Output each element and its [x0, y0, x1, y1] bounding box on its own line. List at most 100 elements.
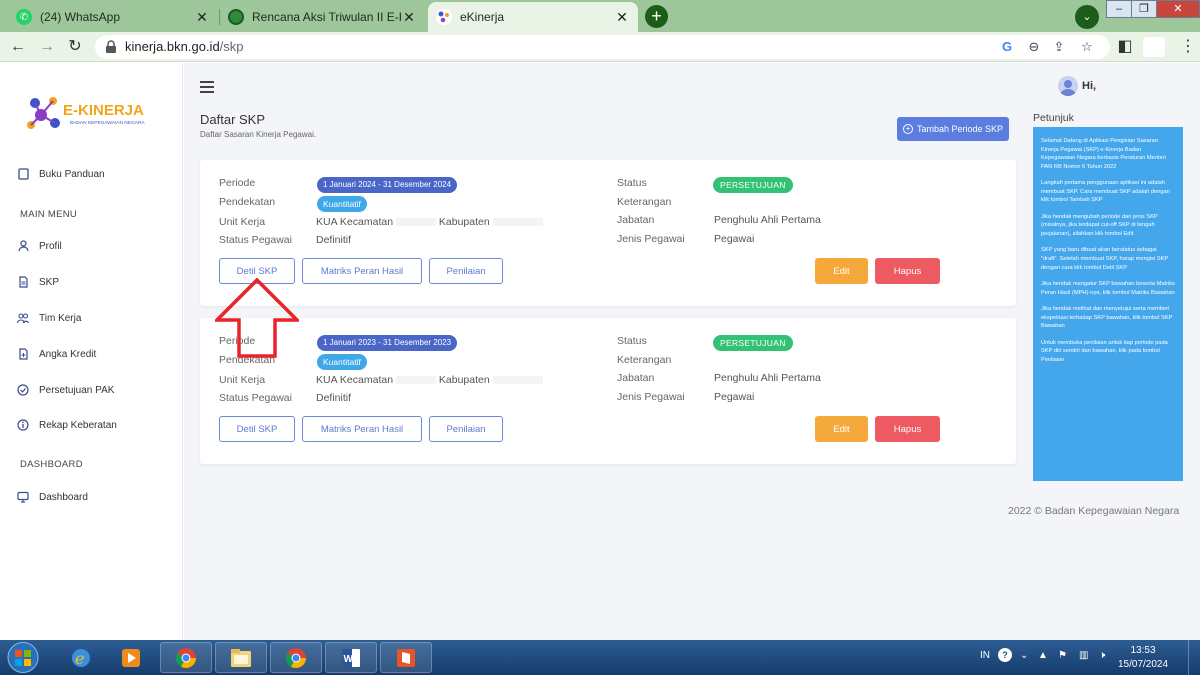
maximize-button[interactable]: ❐: [1131, 0, 1157, 18]
taskbar-office[interactable]: [380, 642, 432, 673]
periode-badge: 1 Januari 2023 - 31 Desember 2023: [317, 335, 458, 351]
petunjuk-paragraph: Jika hendak mengubah periode dan jenis S…: [1041, 213, 1158, 237]
minimize-button[interactable]: –: [1106, 0, 1132, 18]
sidebar-item-label: Angka Kredit: [39, 348, 97, 360]
petunjuk-title: Petunjuk: [1033, 112, 1074, 124]
volume-muted-icon[interactable]: 🕨: [1099, 650, 1105, 661]
detil-skp-button[interactable]: Detil SKP: [219, 416, 295, 442]
close-window-button[interactable]: ✕: [1156, 0, 1200, 18]
sidebar-item-persetujuan-pak[interactable]: Persetujuan PAK: [0, 379, 183, 401]
sidebar-item-tim-kerja[interactable]: Tim Kerja: [0, 307, 183, 329]
check-circle-icon: [17, 384, 29, 396]
show-desktop-button[interactable]: [1188, 640, 1200, 675]
sidebar-item-rekap-keberatan[interactable]: Rekap Keberatan: [0, 414, 183, 436]
close-icon[interactable]: ✕: [194, 9, 210, 26]
hapus-button[interactable]: Hapus: [875, 258, 940, 284]
label-jabatan: Jabatan: [617, 214, 655, 226]
petunjuk-paragraph: Selamat Datang di Aplikasi Pengisian Sas…: [1041, 138, 1166, 170]
taskbar-word[interactable]: W: [325, 642, 377, 673]
jabatan-value: Penghulu Ahli Pertama: [714, 214, 821, 226]
reload-icon[interactable]: ↻: [65, 37, 85, 57]
new-tab-button[interactable]: +: [645, 5, 668, 28]
tab-search-chevron-icon[interactable]: ⌄: [1075, 5, 1099, 29]
svg-text:e: e: [75, 649, 84, 668]
network-icon[interactable]: ▥: [1079, 650, 1088, 661]
edit-button[interactable]: Edit: [815, 258, 868, 284]
sidebar-item-skp[interactable]: SKP: [0, 271, 183, 293]
close-icon[interactable]: ✕: [614, 9, 630, 26]
petunjuk-paragraph: Langkah pertama penggunaan aplikasi ini …: [1041, 180, 1170, 204]
logo-subtitle: BADAN KEPEGAWAIAN NEGARA: [70, 120, 145, 126]
taskbar-chrome-2[interactable]: [270, 642, 322, 673]
url-path: /skp: [219, 39, 244, 54]
sidebar-item-dashboard[interactable]: Dashboard: [0, 486, 183, 508]
chrome-icon: [175, 647, 196, 668]
folder-icon: [231, 648, 251, 667]
taskbar-media-player[interactable]: [105, 642, 157, 673]
language-indicator[interactable]: IN: [980, 650, 990, 661]
document-icon: [17, 276, 29, 288]
edit-button[interactable]: Edit: [815, 416, 868, 442]
close-icon[interactable]: ✕: [401, 9, 417, 26]
penilaian-button[interactable]: Penilaian: [429, 258, 503, 284]
office-icon: [397, 648, 415, 667]
share-icon[interactable]: ⇪: [1050, 38, 1068, 56]
petunjuk-paragraph: Jika hendak melihat dan menyetujui serta…: [1041, 306, 1173, 330]
file-plus-icon: [17, 348, 29, 360]
svg-text:W: W: [344, 654, 354, 665]
annotation-arrow-icon: [215, 278, 299, 358]
menu-kebab-icon[interactable]: ⋮: [1180, 36, 1196, 56]
forward-icon[interactable]: →: [37, 37, 57, 57]
taskbar-ie[interactable]: e: [55, 642, 107, 673]
show-hidden-icons-icon[interactable]: ▲: [1038, 650, 1048, 661]
petunjuk-paragraph: Jika hendak mengatur SKP bawahan beserta…: [1041, 281, 1175, 296]
start-button[interactable]: [4, 641, 42, 674]
sidebar-item-profil[interactable]: Profil: [0, 235, 183, 257]
google-icon[interactable]: G: [998, 38, 1016, 56]
user-icon: [17, 240, 29, 252]
system-clock[interactable]: 13:53 15/07/2024: [1118, 644, 1168, 672]
action-center-flag-icon[interactable]: ⚑: [1058, 650, 1067, 661]
sidebar-item-label: Rekap Keberatan: [39, 419, 117, 431]
penilaian-button[interactable]: Penilaian: [429, 416, 503, 442]
hapus-button[interactable]: Hapus: [875, 416, 940, 442]
add-periode-button[interactable]: + Tambah Periode SKP: [897, 117, 1009, 141]
label-pendekatan: Pendekatan: [219, 196, 276, 208]
sidebar-item-buku-panduan[interactable]: Buku Panduan: [0, 163, 183, 185]
hamburger-menu-icon[interactable]: [200, 81, 214, 93]
status-pegawai-value: Definitif: [316, 392, 352, 404]
side-panel-icon[interactable]: ◧: [1115, 37, 1135, 57]
user-greeting[interactable]: Hi,: [1082, 80, 1096, 92]
taskbar-chrome-1[interactable]: [160, 642, 212, 673]
dashboard-heading: DASHBOARD: [20, 459, 83, 470]
tab-rencana-aksi[interactable]: Rencana Aksi Triwulan II E-Kinerja ✕: [220, 2, 425, 32]
site-favicon-icon: [228, 9, 244, 25]
avatar[interactable]: [1058, 76, 1078, 96]
sidebar-item-label: Tim Kerja: [39, 312, 82, 324]
sidebar-item-angka-kredit[interactable]: Angka Kredit: [0, 343, 183, 365]
matriks-peran-hasil-button[interactable]: Matriks Peran Hasil: [302, 258, 422, 284]
address-bar[interactable]: kinerja.bkn.go.id/skp G ⊖ ⇪ ☆: [95, 35, 1110, 59]
sidebar-item-label: Persetujuan PAK: [39, 384, 115, 396]
tab-ekinerja[interactable]: eKinerja ✕: [428, 2, 638, 32]
matriks-peran-hasil-button[interactable]: Matriks Peran Hasil: [302, 416, 422, 442]
jenis-pegawai-value: Pegawai: [714, 391, 755, 403]
profile-button[interactable]: [1143, 37, 1165, 57]
petunjuk-paragraph: Untuk membuka penilaian untuk tiap perio…: [1041, 339, 1168, 363]
tab-title: eKinerja: [460, 10, 505, 24]
help-icon[interactable]: ?: [998, 648, 1012, 662]
back-icon[interactable]: ←: [8, 37, 28, 57]
lock-icon: [106, 40, 116, 53]
zoom-icon[interactable]: ⊖: [1025, 38, 1043, 56]
tab-whatsapp[interactable]: ✆ (24) WhatsApp ✕: [8, 2, 218, 32]
taskbar-explorer[interactable]: [215, 642, 267, 673]
bookmark-star-icon[interactable]: ☆: [1078, 38, 1096, 56]
jenis-pegawai-value: Pegawai: [714, 233, 755, 245]
windows-logo-icon: [7, 642, 39, 673]
tray-chevron-icon[interactable]: ⌄: [1020, 650, 1028, 661]
media-player-icon: [122, 648, 140, 667]
book-icon: [17, 168, 29, 180]
ekinerja-logo[interactable]: E-KINERJA BADAN KEPEGAWAIAN NEGARA: [25, 93, 160, 138]
add-periode-label: Tambah Periode SKP: [916, 124, 1004, 134]
word-icon: W: [342, 648, 360, 667]
